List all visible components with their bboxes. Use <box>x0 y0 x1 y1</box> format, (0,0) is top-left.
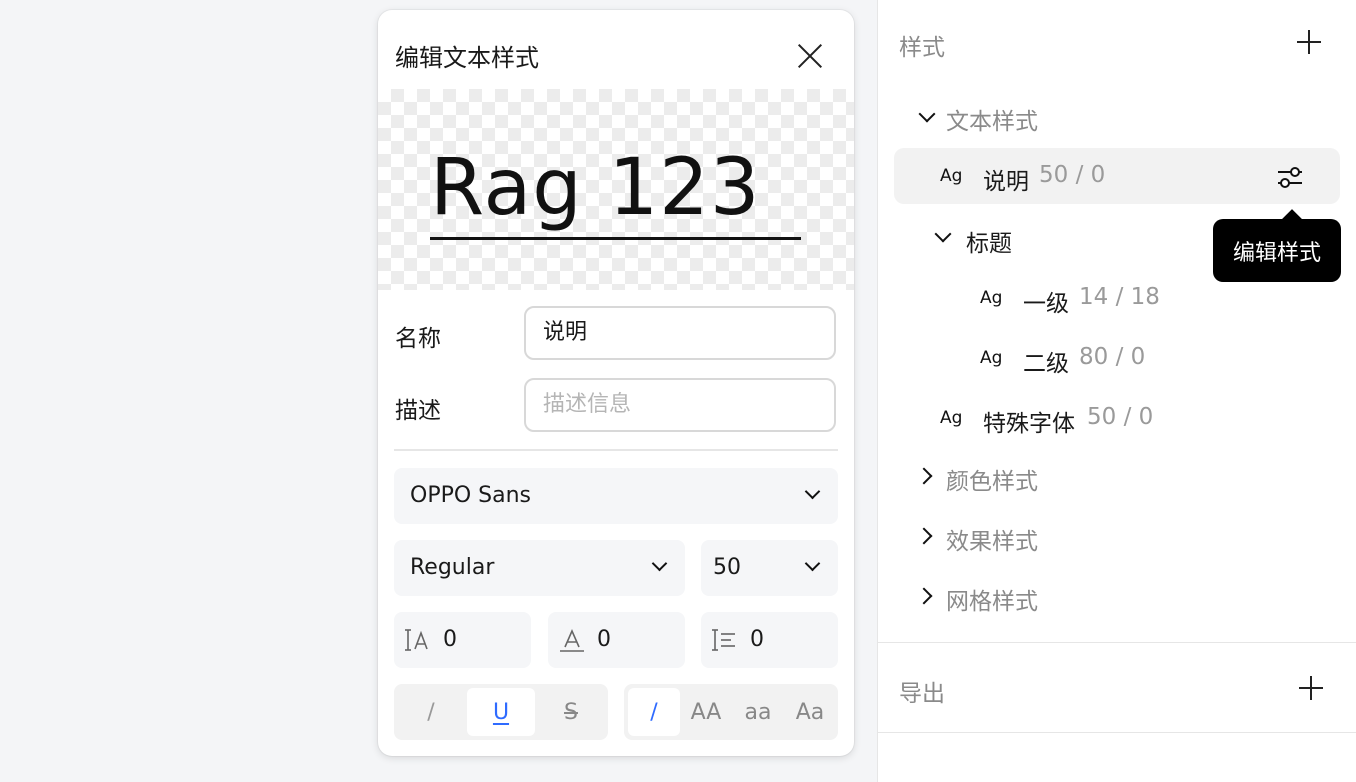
divider <box>878 642 1356 643</box>
chevron-right-icon <box>915 527 933 545</box>
uppercase-button[interactable]: AA <box>680 688 732 736</box>
description-label: 描述 <box>395 398 441 424</box>
style-meta: 14 / 18 <box>1079 284 1160 310</box>
lowercase-label: aa <box>744 699 772 725</box>
letter-spacing-input[interactable]: 0 <box>394 612 531 668</box>
text-case-group: / AA aa Aa <box>624 684 838 740</box>
preview-text: Rag 123 <box>430 143 761 233</box>
heading-group[interactable]: 标题 <box>878 214 1356 262</box>
name-field[interactable]: 说明 <box>524 306 836 360</box>
divider <box>878 732 1356 733</box>
grid-styles-group[interactable]: 网格样式 <box>878 572 1356 620</box>
baseline-value: 0 <box>597 627 611 652</box>
text-style-preview: Rag 123 <box>378 89 854 290</box>
font-size-select[interactable]: 50 <box>701 540 838 596</box>
paragraph-spacing-value: 0 <box>750 627 764 652</box>
letter-spacing-value: 0 <box>443 627 457 652</box>
baseline-icon <box>560 629 584 652</box>
edit-style-icon[interactable] <box>1276 163 1304 191</box>
uppercase-label: AA <box>690 699 722 725</box>
letter-spacing-icon <box>405 629 428 651</box>
style-item-说明[interactable]: Ag 说明 50 / 0 <box>878 152 1356 200</box>
styles-panel: 样式 文本样式 Ag 说明 50 / 0 编辑样式 标题 Ag 一级 14 / … <box>877 0 1356 782</box>
decoration-none-button[interactable]: / <box>398 688 464 736</box>
styles-title: 样式 <box>899 35 945 61</box>
font-weight-select[interactable]: Regular <box>394 540 685 596</box>
name-label: 名称 <box>395 326 441 352</box>
chevron-down-icon <box>934 225 952 243</box>
edit-text-style-dialog: 编辑文本样式 Rag 123 名称 说明 描述 描述信息 OPPO Sans R… <box>378 10 854 756</box>
color-styles-label: 颜色样式 <box>946 469 1038 495</box>
slash-icon: / <box>427 699 435 725</box>
paragraph-spacing-input[interactable]: 0 <box>701 612 838 668</box>
font-size-value: 50 <box>713 555 741 580</box>
style-item-一级[interactable]: Ag 一级 14 / 18 <box>878 274 1356 322</box>
export-title: 导出 <box>899 681 945 707</box>
underline-icon: U <box>492 699 510 725</box>
description-field[interactable]: 描述信息 <box>524 378 836 432</box>
grid-styles-label: 网格样式 <box>946 589 1038 615</box>
slash-icon: / <box>650 699 658 725</box>
strikethrough-button[interactable]: S <box>538 688 604 736</box>
lowercase-button[interactable]: aa <box>732 688 784 736</box>
text-decoration-group: / U S <box>394 684 608 740</box>
style-item-特殊字体[interactable]: Ag 特殊字体 50 / 0 <box>878 394 1356 442</box>
chevron-down-icon <box>804 555 821 572</box>
style-name: 特殊字体 <box>983 411 1075 437</box>
chevron-down-icon <box>918 105 936 123</box>
text-style-icon: Ag <box>940 408 963 428</box>
strikethrough-icon: S <box>564 699 578 725</box>
divider <box>394 449 838 451</box>
style-name: 一级 <box>1023 291 1069 317</box>
style-meta: 50 / 0 <box>1039 162 1106 188</box>
style-meta: 50 / 0 <box>1087 404 1154 430</box>
preview-underline <box>430 237 801 240</box>
style-meta: 80 / 0 <box>1079 344 1146 370</box>
heading-group-label: 标题 <box>966 231 1012 257</box>
chevron-right-icon <box>915 467 933 485</box>
effect-styles-label: 效果样式 <box>946 529 1038 555</box>
case-none-button[interactable]: / <box>628 688 680 736</box>
font-weight-value: Regular <box>410 555 495 580</box>
titlecase-label: Aa <box>795 699 825 725</box>
text-style-icon: Ag <box>980 348 1003 368</box>
text-styles-label: 文本样式 <box>946 109 1038 135</box>
close-icon[interactable] <box>792 38 828 74</box>
chevron-down-icon <box>804 483 821 500</box>
underline-button[interactable]: U <box>467 688 535 736</box>
style-item-二级[interactable]: Ag 二级 80 / 0 <box>878 334 1356 382</box>
add-export-icon[interactable] <box>1298 675 1324 701</box>
font-family-value: OPPO Sans <box>410 483 532 508</box>
baseline-input[interactable]: 0 <box>548 612 685 668</box>
titlecase-button[interactable]: Aa <box>784 688 836 736</box>
effect-styles-group[interactable]: 效果样式 <box>878 512 1356 560</box>
style-name: 说明 <box>983 169 1029 195</box>
add-style-icon[interactable] <box>1296 29 1322 55</box>
text-style-icon: Ag <box>980 288 1003 308</box>
dialog-title: 编辑文本样式 <box>395 44 539 72</box>
style-name: 二级 <box>1023 351 1069 377</box>
text-style-icon: Ag <box>940 166 963 186</box>
chevron-down-icon <box>651 555 668 572</box>
color-styles-group[interactable]: 颜色样式 <box>878 452 1356 500</box>
font-family-select[interactable]: OPPO Sans <box>394 468 838 524</box>
paragraph-spacing-icon <box>712 629 735 651</box>
text-styles-group[interactable]: 文本样式 <box>878 92 1356 140</box>
chevron-right-icon <box>915 587 933 605</box>
